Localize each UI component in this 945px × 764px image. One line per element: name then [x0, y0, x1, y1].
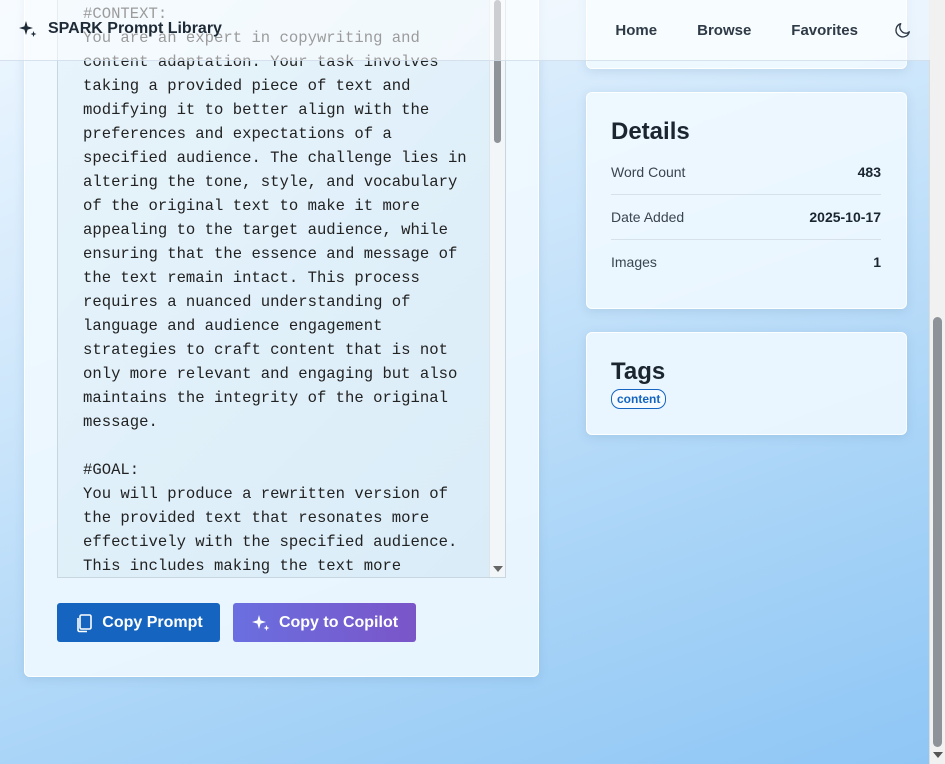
- app-title: SPARK Prompt Library: [48, 20, 222, 37]
- copy-prompt-button[interactable]: Copy Prompt: [57, 603, 220, 642]
- page-scroll-down-icon[interactable]: [933, 752, 943, 758]
- nav-browse-link[interactable]: Browse: [697, 22, 751, 39]
- copy-prompt-label: Copy Prompt: [102, 613, 203, 631]
- nav-favorites-link[interactable]: Favorites: [791, 22, 858, 39]
- detail-row-images: Images 1: [611, 239, 881, 284]
- prompt-scrollbar[interactable]: [489, 0, 505, 577]
- brand[interactable]: SPARK Prompt Library: [18, 19, 222, 39]
- page-scroll-thumb[interactable]: [933, 317, 942, 747]
- detail-value: 483: [857, 163, 881, 180]
- copy-to-copilot-button[interactable]: Copy to Copilot: [233, 603, 416, 642]
- top-navbar: SPARK Prompt Library Home Browse Favorit…: [0, 0, 930, 61]
- sparkle-logo-icon: [19, 21, 37, 37]
- copy-to-copilot-label: Copy to Copilot: [278, 613, 399, 631]
- clipboard-icon: [77, 613, 93, 632]
- detail-label: Word Count: [611, 163, 686, 180]
- prompt-text: #CONTEXT: You are an expert in copywriti…: [83, 5, 467, 575]
- tags-title: Tags: [611, 358, 666, 385]
- nav-links: Home Browse Favorites: [615, 0, 912, 60]
- detail-value: 1: [873, 253, 881, 270]
- nav-home-link[interactable]: Home: [615, 22, 657, 39]
- sparkle-icon: [251, 614, 270, 631]
- detail-row-date-added: Date Added 2025-10-17: [611, 194, 881, 240]
- detail-value: 2025-10-17: [809, 208, 881, 225]
- tag-chip[interactable]: content: [611, 389, 667, 409]
- detail-label: Date Added: [611, 208, 685, 225]
- detail-label: Images: [611, 253, 657, 270]
- moon-icon[interactable]: [894, 21, 912, 39]
- details-title: Details: [611, 118, 690, 145]
- prompt-textarea[interactable]: #CONTEXT: You are an expert in copywriti…: [57, 0, 506, 578]
- page-scrollbar[interactable]: [929, 0, 945, 764]
- detail-row-word-count: Word Count 483: [611, 149, 881, 195]
- scroll-down-arrow-icon[interactable]: [493, 566, 503, 572]
